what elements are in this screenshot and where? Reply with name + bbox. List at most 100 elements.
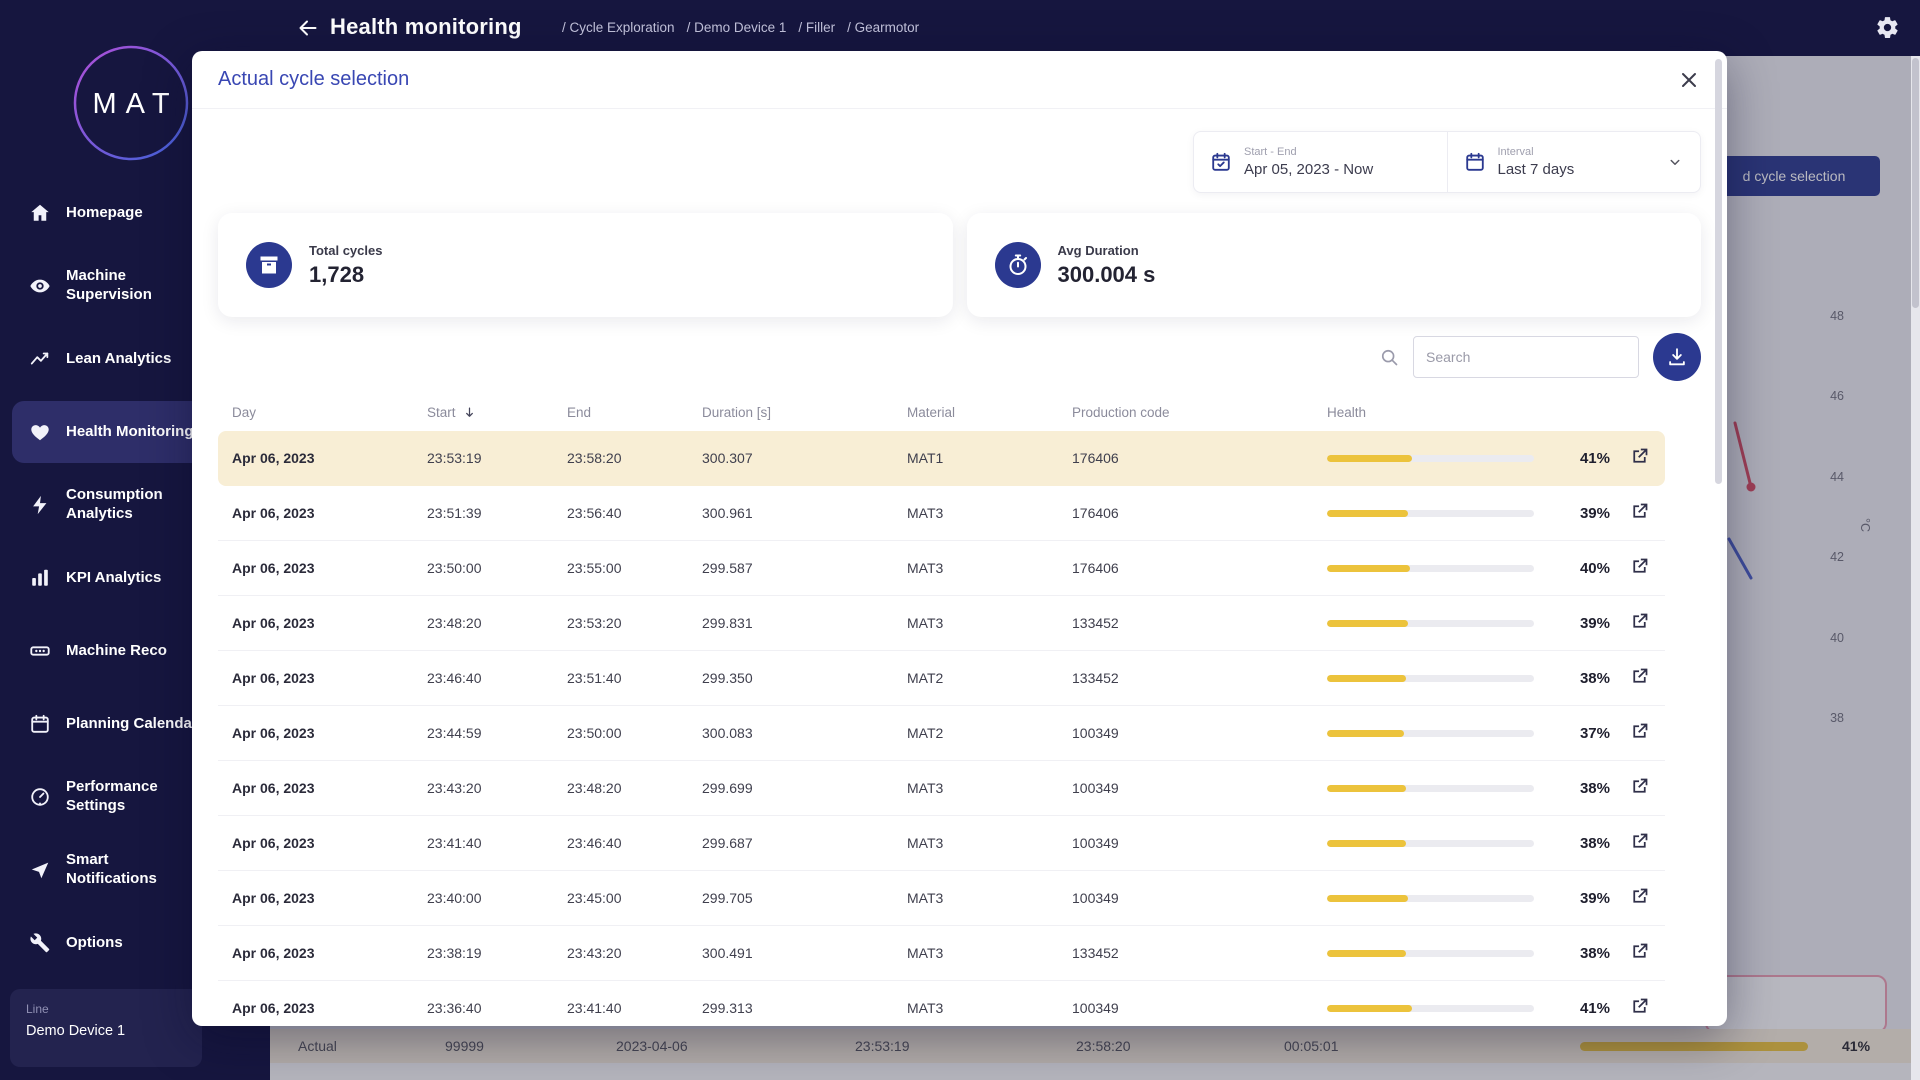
open-cycle-button[interactable] xyxy=(1627,501,1651,525)
open-cycle-button[interactable] xyxy=(1627,721,1651,745)
cell-start: 23:46:40 xyxy=(427,670,567,686)
table-row[interactable]: Apr 06, 202323:50:0023:55:00299.587MAT31… xyxy=(218,541,1665,596)
send-icon xyxy=(29,859,51,881)
breadcrumb: / Cycle Exploration / Demo Device 1 / Fill… xyxy=(562,20,919,35)
cell-day: Apr 06, 2023 xyxy=(232,780,427,796)
open-cycle-button[interactable] xyxy=(1627,886,1651,910)
search-input[interactable] xyxy=(1413,336,1639,378)
cell-day: Apr 06, 2023 xyxy=(232,945,427,961)
table-row[interactable]: Apr 06, 202323:40:0023:45:00299.705MAT31… xyxy=(218,871,1665,926)
cell-day: Apr 06, 2023 xyxy=(232,670,427,686)
sidebar-item-label: KPI Analytics xyxy=(66,569,198,588)
launch-icon xyxy=(1629,556,1650,577)
brand-logo-text: MAT xyxy=(72,88,190,121)
table-row[interactable]: Apr 06, 202323:38:1923:43:20300.491MAT31… xyxy=(218,926,1665,981)
sort-desc-icon[interactable] xyxy=(462,405,477,420)
back-button[interactable] xyxy=(296,16,320,40)
health-bar xyxy=(1327,675,1542,682)
open-cycle-button[interactable] xyxy=(1627,831,1651,855)
table-row[interactable]: Apr 06, 202323:51:3923:56:40300.961MAT31… xyxy=(218,486,1665,541)
health-bar xyxy=(1327,620,1542,627)
breadcrumb-item[interactable]: / Filler xyxy=(798,20,835,35)
total-cycles-label: Total cycles xyxy=(309,243,382,258)
column-header-end[interactable]: End xyxy=(567,405,702,420)
cell-start: 23:38:19 xyxy=(427,945,567,961)
column-header-start[interactable]: Start xyxy=(427,405,567,420)
open-cycle-button[interactable] xyxy=(1627,941,1651,965)
cell-duration: 299.699 xyxy=(702,780,907,796)
column-header-material[interactable]: Material xyxy=(907,405,1072,420)
cell-material: MAT3 xyxy=(907,615,1072,631)
breadcrumb-item[interactable]: / Gearmotor xyxy=(847,20,919,35)
cell-end: 23:50:00 xyxy=(567,725,702,741)
cell-start: 23:41:40 xyxy=(427,835,567,851)
settings-button[interactable] xyxy=(1875,15,1900,40)
table-row[interactable]: Apr 06, 202323:36:4023:41:40299.313MAT31… xyxy=(218,981,1665,1026)
health-bar xyxy=(1327,840,1542,847)
interval-select[interactable]: Interval Last 7 days xyxy=(1447,132,1701,192)
table-row[interactable]: Apr 06, 202323:41:4023:46:40299.687MAT31… xyxy=(218,816,1665,871)
cell-start: 23:50:00 xyxy=(427,560,567,576)
health-bar xyxy=(1327,950,1542,957)
cell-material: MAT3 xyxy=(907,780,1072,796)
cell-production-code: 133452 xyxy=(1072,615,1327,631)
health-percent: 38% xyxy=(1542,945,1610,962)
sidebar-item-label: Lean Analytics xyxy=(66,350,198,369)
health-percent: 39% xyxy=(1542,505,1610,522)
table-row[interactable]: Apr 06, 202323:48:2023:53:20299.831MAT31… xyxy=(218,596,1665,651)
open-cycle-button[interactable] xyxy=(1627,776,1651,800)
column-header-production-code[interactable]: Production code xyxy=(1072,405,1327,420)
open-cycle-button[interactable] xyxy=(1627,996,1651,1020)
health-bar xyxy=(1327,785,1542,792)
app-header: Health monitoring / Cycle Exploration/ D… xyxy=(0,0,1920,56)
line-device-selector[interactable]: Line Demo Device 1 xyxy=(10,989,202,1067)
cell-end: 23:43:20 xyxy=(567,945,702,961)
brand-logo: MAT xyxy=(72,44,190,162)
column-header-duration-s[interactable]: Duration [s] xyxy=(702,405,907,420)
health-percent: 38% xyxy=(1542,670,1610,687)
column-header-day[interactable]: Day xyxy=(232,405,427,420)
open-cycle-button[interactable] xyxy=(1627,611,1651,635)
cell-day: Apr 06, 2023 xyxy=(232,560,427,576)
cell-material: MAT3 xyxy=(907,505,1072,521)
table-row[interactable]: Apr 06, 202323:44:5923:50:00300.083MAT21… xyxy=(218,706,1665,761)
table-row[interactable]: Apr 06, 202323:46:4023:51:40299.350MAT21… xyxy=(218,651,1665,706)
close-button[interactable] xyxy=(1677,68,1701,92)
trend-icon xyxy=(29,348,51,370)
cycle-selection-modal: Actual cycle selection Start - End Apr 0… xyxy=(192,51,1727,1026)
page-scrollbar-thumb[interactable] xyxy=(1912,58,1919,308)
sidebar-item-label: Consumption Analytics xyxy=(66,486,198,524)
open-cycle-button[interactable] xyxy=(1627,666,1651,690)
launch-icon xyxy=(1629,776,1650,797)
page-scrollbar[interactable] xyxy=(1911,56,1920,1080)
breadcrumb-item[interactable]: / Demo Device 1 xyxy=(687,20,787,35)
interval-label: Interval xyxy=(1498,146,1575,158)
chevron-down-icon xyxy=(1666,153,1684,171)
calendar-icon xyxy=(1464,151,1486,173)
date-range-picker[interactable]: Start - End Apr 05, 2023 - Now xyxy=(1194,132,1447,192)
modal-scrollbar-thumb[interactable] xyxy=(1715,59,1722,484)
cell-start: 23:51:39 xyxy=(427,505,567,521)
health-bar xyxy=(1327,730,1542,737)
launch-icon xyxy=(1629,446,1650,467)
table-row[interactable]: Apr 06, 202323:53:1923:58:20300.307MAT11… xyxy=(218,431,1665,486)
launch-icon xyxy=(1629,501,1650,522)
cell-day: Apr 06, 2023 xyxy=(232,615,427,631)
cell-production-code: 176406 xyxy=(1072,450,1327,466)
cell-duration: 299.313 xyxy=(702,1000,907,1016)
download-button[interactable] xyxy=(1653,333,1701,381)
open-cycle-button[interactable] xyxy=(1627,446,1651,470)
cell-day: Apr 06, 2023 xyxy=(232,835,427,851)
cell-start: 23:44:59 xyxy=(427,725,567,741)
health-bar xyxy=(1327,565,1542,572)
breadcrumb-item[interactable]: / Cycle Exploration xyxy=(562,20,675,35)
cell-duration: 300.961 xyxy=(702,505,907,521)
avg-duration-label: Avg Duration xyxy=(1058,243,1156,258)
open-cycle-button[interactable] xyxy=(1627,556,1651,580)
column-header-health[interactable]: Health xyxy=(1327,405,1542,420)
cell-production-code: 100349 xyxy=(1072,1000,1327,1016)
table-header: DayStartEndDuration [s]MaterialProductio… xyxy=(218,393,1665,431)
cell-end: 23:48:20 xyxy=(567,780,702,796)
table-row[interactable]: Apr 06, 202323:43:2023:48:20299.699MAT31… xyxy=(218,761,1665,816)
wrench-icon xyxy=(29,932,51,954)
